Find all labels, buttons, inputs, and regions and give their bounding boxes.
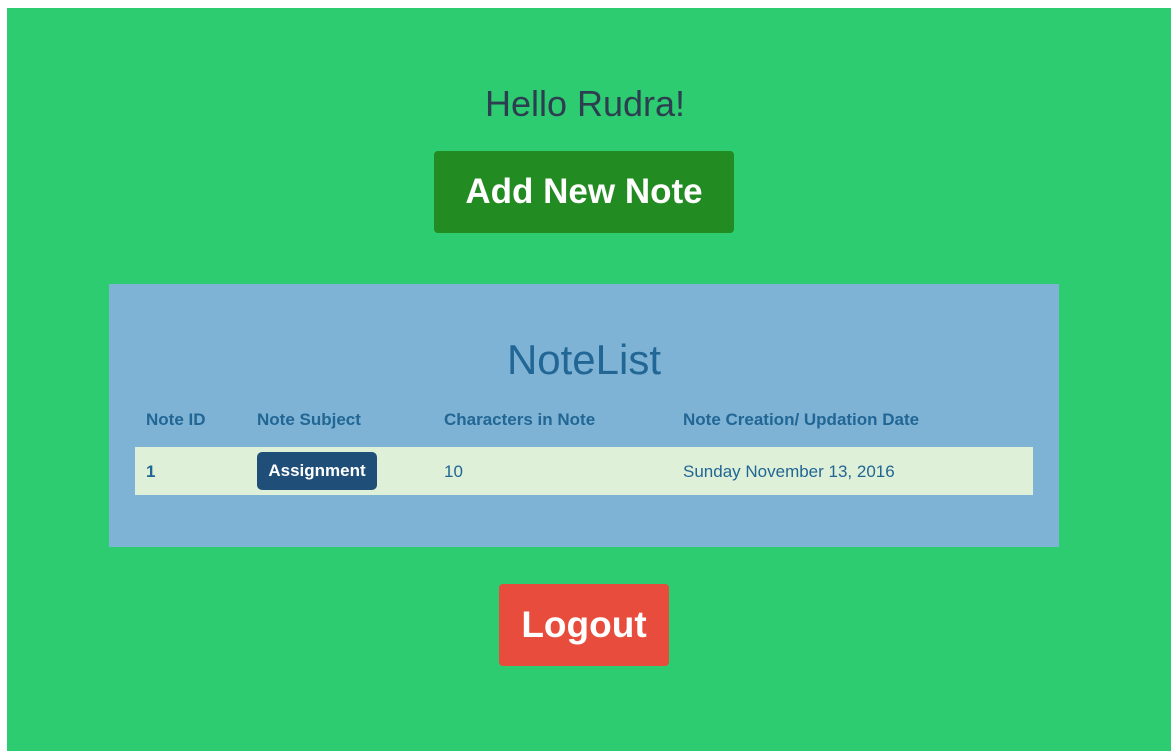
add-new-note-button[interactable]: Add New Note (434, 151, 734, 233)
greeting-heading: Hello Rudra! (484, 83, 686, 124)
note-date-cell: Sunday November 13, 2016 (683, 462, 895, 481)
logout-button[interactable]: Logout (499, 584, 669, 666)
table-row: 1 Assignment 10 Sunday November 13, 2016 (135, 447, 1033, 495)
column-date: Note Creation/ Updation Date (683, 410, 920, 429)
note-id-cell: 1 (146, 462, 156, 481)
column-note-subject: Note Subject (257, 410, 361, 429)
notes-table-header: Note ID Note Subject Characters in Note … (135, 410, 1033, 434)
page-container: Hello Rudra! Add New Note NoteList Note … (7, 8, 1171, 751)
note-characters-cell: 10 (444, 462, 463, 481)
note-subject-button[interactable]: Assignment (257, 452, 377, 490)
notes-title: NoteList (506, 336, 662, 383)
column-characters: Characters in Note (444, 410, 596, 429)
column-note-id: Note ID (146, 410, 206, 429)
notes-panel: NoteList Note ID Note Subject Characters… (109, 284, 1059, 547)
